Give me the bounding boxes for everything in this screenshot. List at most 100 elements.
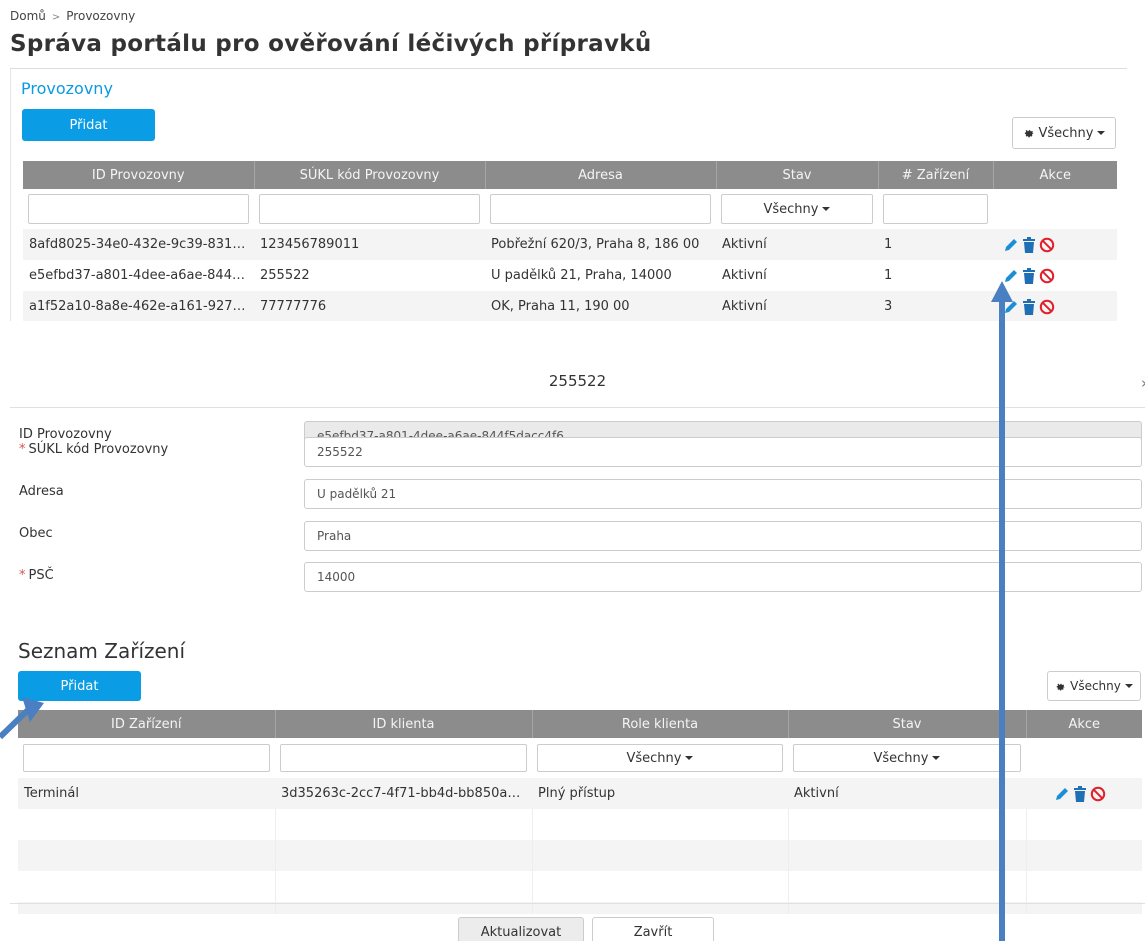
cell-client-id: 3d35263c-2cc7-4f71-bb4d-bb850a1e0253 [275,778,532,809]
header-stav[interactable]: Stav [715,161,878,189]
header-count[interactable]: # Zařízení [877,161,993,189]
cell-id: e5efbd37-a801-4dee-a6ae-844f5d... [29,268,254,283]
breadcrumb-home[interactable]: Domů [10,9,46,23]
header-device-akce: Akce [1025,710,1142,738]
header-client-role[interactable]: Role klienta [531,710,788,738]
cell-sukl: 123456789011 [254,229,485,260]
cell-client-role: Plný přístup [532,778,788,809]
block-icon[interactable] [1039,268,1055,284]
psc-field[interactable]: 14000 [304,562,1142,592]
delete-trash-icon[interactable] [1021,267,1037,284]
chevron-down-icon [1097,131,1106,135]
cell-count: 1 [884,268,893,283]
devices-table: ID Zařízení ID klienta Role klienta Stav… [18,710,1142,914]
header-sukl[interactable]: SÚKL kód Provozovny [253,161,485,189]
edit-pencil-icon[interactable] [1003,237,1019,253]
section-title: Provozovny [21,79,113,98]
required-mark: * [19,568,26,583]
label-psc: * PSČ [19,568,54,583]
table-row-empty [18,809,1142,840]
label-adresa: Adresa [19,484,64,499]
gear-icon [1056,683,1065,691]
filter-client-id-input[interactable] [280,744,527,772]
cell-device-stav: Aktivní [788,778,1026,809]
table-row: 8afd8025-34e0-432e-9c39-831eb... 1234567… [23,229,1117,260]
header-adresa[interactable]: Adresa [484,161,716,189]
cell-sukl: 255522 [260,268,310,283]
delete-trash-icon[interactable] [1021,236,1037,253]
row-actions [993,229,1117,260]
adresa-field[interactable]: U padělků 21 [304,479,1142,509]
obec-field[interactable]: Praha [304,521,1142,551]
filter-stav-value: Všechny [763,201,819,217]
chevron-down-icon [822,207,831,211]
filter-device-stav-value: Všechny [873,750,929,766]
filter-count-input[interactable] [883,194,988,224]
devices-columns-toggle-label: Všechny [1070,679,1121,693]
label-id: ID Provozovny [19,427,112,442]
columns-toggle-button[interactable]: Všechny [1012,117,1116,149]
filter-role-value: Všechny [626,750,682,766]
cell-sukl: 77777776 [254,291,485,321]
row-actions [993,291,1117,321]
filter-device-stav-dropdown[interactable]: Všechny [793,744,1021,772]
label-sukl-text: SÚKL kód Provozovny [28,442,169,457]
table-row-empty [18,871,1142,902]
detail-modal: 255522 › ID Provozovny e5efbd37-a801-4de… [10,348,1145,941]
row-actions [1026,778,1142,809]
provozovny-panel: Provozovny Přidat Všechny ID Provozovny … [10,69,1127,321]
filter-id-input[interactable] [28,194,249,224]
chevron-down-icon [1124,684,1133,688]
breadcrumb-separator: > [51,12,61,23]
cell-count: 1 [878,229,993,260]
table-row-empty [18,840,1142,871]
header-id[interactable]: ID Provozovny [23,161,254,189]
row-actions [993,260,1117,291]
delete-trash-icon[interactable] [1021,298,1037,315]
cell-device-id: Terminál [18,778,275,809]
header-device-stav[interactable]: Stav [787,710,1026,738]
block-icon[interactable] [1039,299,1055,315]
filter-role-dropdown[interactable]: Všechny [537,744,783,772]
delete-trash-icon[interactable] [1072,785,1088,802]
update-button[interactable]: Aktualizovat [458,917,584,941]
cell-adresa: Pobřežní 620/3, Praha 8, 186 00 [485,229,716,260]
modal-footer-divider [10,903,1145,904]
filter-device-id-input[interactable] [23,744,270,772]
cell-adresa: U padělků 21, Praha, 14000 [491,268,672,283]
edit-pencil-icon[interactable] [1003,299,1019,315]
label-psc-text: PSČ [28,568,54,583]
close-button[interactable]: Zavřít [592,917,714,941]
block-icon[interactable] [1090,786,1106,802]
cell-stav: Aktivní [722,268,767,283]
add-provozovna-button[interactable]: Přidat [22,109,155,141]
add-device-button[interactable]: Přidat [18,671,141,701]
cell-stav: Aktivní [716,291,878,321]
chevron-down-icon [685,756,694,760]
columns-toggle-label: Všechny [1038,125,1094,141]
header-client-id[interactable]: ID klienta [274,710,532,738]
cell-adresa: OK, Praha 11, 190 00 [485,291,716,321]
close-icon[interactable]: › [1141,374,1145,392]
provozovny-table: ID Provozovny SÚKL kód Provozovny Adresa… [23,161,1117,321]
header-device-id[interactable]: ID Zařízení [18,710,275,738]
required-mark: * [19,442,26,457]
modal-header-divider [10,407,1145,408]
cell-id: 8afd8025-34e0-432e-9c39-831eb... [23,229,254,260]
chevron-down-icon [932,756,941,760]
table-row: e5efbd37-a801-4dee-a6ae-844f5d... 255522… [23,260,1117,291]
devices-columns-toggle-button[interactable]: Všechny [1047,671,1141,701]
block-icon[interactable] [1039,237,1055,253]
filter-adresa-input[interactable] [490,194,711,224]
breadcrumb: Domů > Provozovny [10,9,135,23]
page-title: Správa portálu pro ověřování léčivých př… [10,31,652,57]
devices-title: Seznam Zařízení [18,639,186,663]
edit-pencil-icon[interactable] [1054,786,1070,802]
edit-pencil-icon[interactable] [1003,268,1019,284]
filter-stav-dropdown[interactable]: Všechny [721,194,873,224]
label-sukl: * SÚKL kód Provozovny [19,442,168,457]
header-akce: Akce [992,161,1117,189]
sukl-field[interactable]: 255522 [304,437,1142,467]
table-row: Terminál 3d35263c-2cc7-4f71-bb4d-bb850a1… [18,778,1142,809]
filter-sukl-input[interactable] [259,194,480,224]
